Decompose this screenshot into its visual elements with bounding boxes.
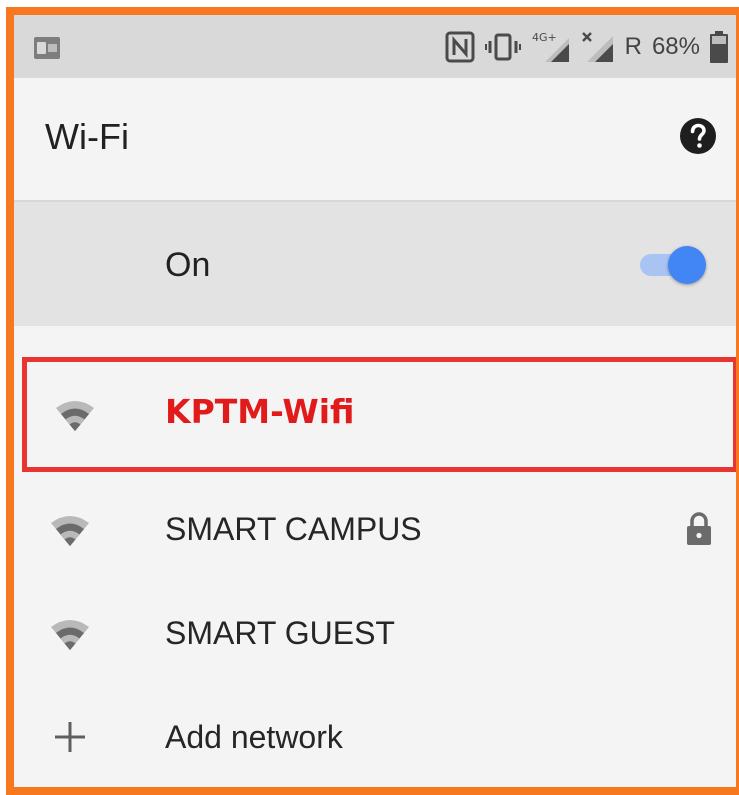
network-row-kptm-wifi[interactable]: KPTM-Wifi <box>22 357 736 472</box>
network-type-label: 4G+ <box>532 31 557 44</box>
plus-icon <box>55 722 85 752</box>
network-name: KPTM-Wifi <box>165 392 355 431</box>
add-network-label: Add network <box>165 719 343 755</box>
signal-4g-icon: 4G+ <box>532 31 569 62</box>
signal-no-sim-icon <box>581 32 613 62</box>
network-row-smart-campus[interactable]: SMART CAMPUS <box>14 477 736 581</box>
wifi-toggle[interactable] <box>636 246 706 284</box>
add-network-row[interactable]: Add network <box>14 685 736 787</box>
app-bar: Wi-Fi <box>14 78 736 202</box>
network-name: SMART CAMPUS <box>165 511 422 547</box>
nfc-icon <box>445 31 475 63</box>
page-title: Wi-Fi <box>45 116 129 157</box>
wifi-signal-icon <box>51 620 89 650</box>
screenshot-frame: 4G+ R 68% Wi-Fi On KPTM-Wifi SMART CAMPU… <box>6 7 739 795</box>
vibrate-icon <box>484 33 521 61</box>
wifi-switch-label: On <box>165 246 211 284</box>
lock-icon <box>687 512 711 545</box>
help-icon[interactable] <box>680 118 716 154</box>
network-name: SMART GUEST <box>165 615 395 651</box>
network-row-smart-guest[interactable]: SMART GUEST <box>14 581 736 685</box>
battery-percentage: 68% <box>651 33 700 60</box>
battery-icon <box>710 31 728 63</box>
roaming-indicator: R <box>624 33 642 60</box>
status-bar: 4G+ R 68% <box>14 15 736 78</box>
wifi-master-switch-row[interactable]: On <box>14 202 736 326</box>
wifi-signal-icon <box>56 401 94 431</box>
status-icons: 4G+ R 68% <box>445 29 728 65</box>
outlook-icon <box>34 37 60 59</box>
wifi-signal-icon <box>51 516 89 546</box>
toggle-thumb <box>668 246 706 284</box>
